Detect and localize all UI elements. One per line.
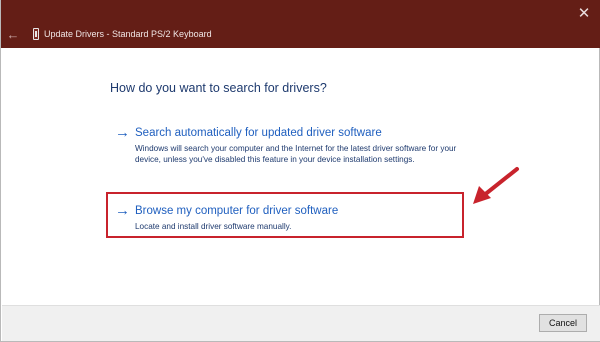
back-arrow-icon: ← bbox=[6, 27, 20, 42]
cancel-button[interactable]: Cancel bbox=[539, 314, 587, 332]
title-bar: ✕ ← Update Drivers - Standard PS/2 Keybo… bbox=[1, 0, 600, 48]
annotation-highlight-box bbox=[106, 192, 464, 238]
option-title[interactable]: Search automatically for updated driver … bbox=[135, 127, 382, 139]
update-drivers-window: ✕ ← Update Drivers - Standard PS/2 Keybo… bbox=[0, 0, 600, 342]
close-icon: ✕ bbox=[577, 5, 591, 22]
page-heading: How do you want to search for drivers? bbox=[110, 81, 327, 95]
right-arrow-icon: → bbox=[115, 124, 130, 141]
option-description: Windows will search your computer and th… bbox=[135, 144, 457, 164]
window-title: Update Drivers - Standard PS/2 Keyboard bbox=[44, 29, 212, 39]
keyboard-device-icon bbox=[33, 28, 39, 40]
dialog-footer: Cancel bbox=[2, 305, 600, 341]
back-button[interactable]: ← bbox=[5, 27, 21, 43]
red-pointer-arrow-icon bbox=[473, 167, 519, 204]
close-button[interactable]: ✕ bbox=[573, 3, 595, 25]
